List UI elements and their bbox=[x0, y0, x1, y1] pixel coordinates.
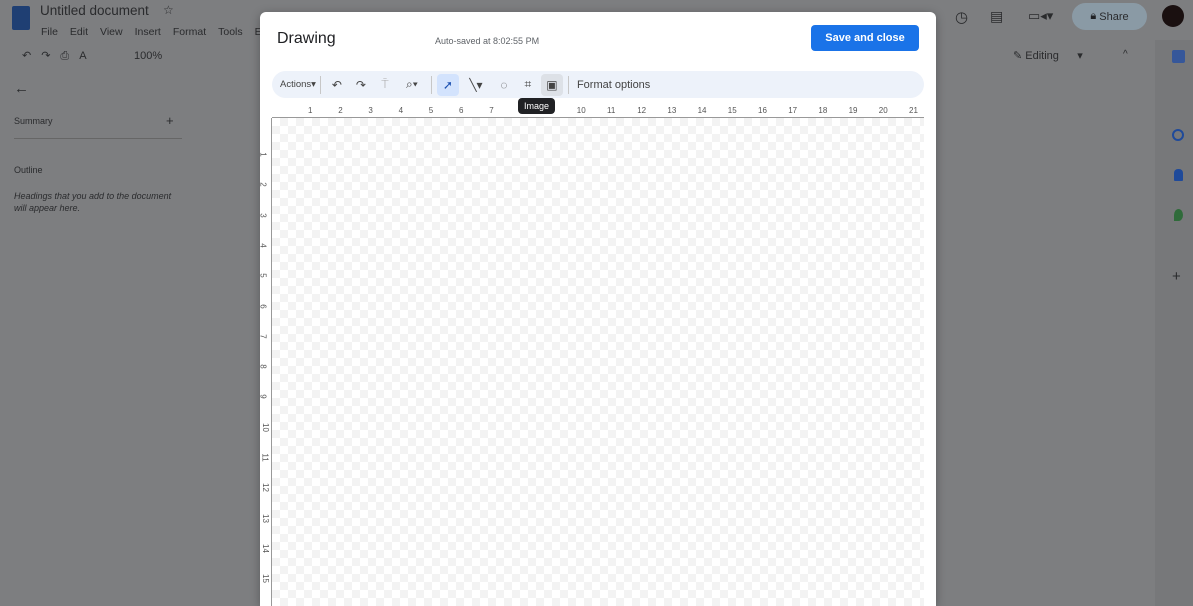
ruler-tick-label: 7 bbox=[258, 334, 268, 339]
lock-icon: 🔒︎ bbox=[1090, 10, 1100, 22]
divider bbox=[430, 75, 432, 94]
ruler-tick-label: 3 bbox=[258, 212, 268, 218]
text-box-icon[interactable]: ⌗ bbox=[517, 74, 539, 96]
back-arrow-icon[interactable]: ← bbox=[14, 80, 29, 97]
horizontal-ruler[interactable]: 123456789101112131415161718192021 bbox=[272, 106, 924, 118]
ruler-tick-label: 18 bbox=[818, 106, 828, 115]
format-options-button[interactable]: Format options bbox=[577, 79, 650, 91]
undo-icon[interactable]: ↶ bbox=[326, 74, 348, 96]
actions-menu[interactable]: Actions▾ bbox=[280, 79, 316, 90]
ruler-tick-label: 14 bbox=[260, 543, 270, 553]
ruler-tick-label: 19 bbox=[848, 106, 858, 115]
divider bbox=[14, 138, 182, 139]
select-icon[interactable]: ➚ bbox=[436, 73, 459, 96]
docs-logo-icon[interactable] bbox=[12, 6, 30, 30]
ruler-tick-label: 13 bbox=[667, 106, 677, 115]
save-and-close-button[interactable]: Save and close bbox=[811, 25, 919, 51]
calendar-icon[interactable] bbox=[1172, 50, 1185, 63]
side-panel bbox=[1155, 40, 1193, 606]
ruler-tick-label: 5 bbox=[428, 106, 434, 115]
drawing-dialog: Drawing Auto-saved at 8:02:55 PM Save an… bbox=[258, 12, 936, 606]
image-tooltip: Image bbox=[518, 98, 556, 114]
ruler-tick-label: 11 bbox=[260, 453, 270, 462]
ruler-tick-label: 8 bbox=[258, 364, 268, 369]
history-icon[interactable]: ◷ bbox=[955, 8, 968, 26]
meet-icon[interactable]: ▭◂▾ bbox=[1028, 8, 1053, 24]
ruler-tick-label: 11 bbox=[607, 106, 616, 115]
menu-format[interactable]: Format bbox=[173, 26, 206, 38]
paint-format-icon[interactable]: ⍑ bbox=[374, 74, 396, 96]
ruler-tick-label: 4 bbox=[258, 243, 268, 248]
avatar[interactable] bbox=[1162, 5, 1184, 27]
ruler-tick-label: 10 bbox=[260, 422, 270, 432]
ruler-tick-label: 5 bbox=[258, 273, 268, 278]
autosave-status: Auto-saved at 8:02:55 PM bbox=[435, 36, 540, 46]
ruler-tick-label: 12 bbox=[260, 483, 270, 493]
contacts-icon[interactable] bbox=[1174, 169, 1183, 181]
ruler-tick-label: 15 bbox=[260, 574, 270, 584]
comment-icon[interactable]: ▤ bbox=[990, 8, 1003, 25]
maps-icon[interactable] bbox=[1174, 209, 1183, 221]
share-button[interactable]: 🔒︎ Share bbox=[1072, 3, 1147, 30]
collapse-icon[interactable]: ^ bbox=[1123, 49, 1128, 60]
ruler-tick-label: 3 bbox=[368, 106, 373, 115]
ruler-tick-label: 2 bbox=[258, 182, 268, 188]
summary-label: Summary bbox=[14, 116, 53, 126]
ruler-tick-label: 1 bbox=[258, 152, 268, 157]
zoom-icon[interactable]: ⌕▾ bbox=[398, 74, 426, 96]
ruler-tick-label: 21 bbox=[909, 106, 918, 115]
outline-label: Outline bbox=[14, 165, 43, 175]
line-icon[interactable]: ╲▾ bbox=[461, 74, 491, 96]
image-icon[interactable]: ▣ bbox=[540, 73, 563, 96]
drawing-toolbar: Actions▾ ↶ ↷ ⍑ ⌕▾ ➚ ╲▾ ◌ ⌗ ▣ Format opti… bbox=[272, 71, 924, 98]
ruler-tick-label: 10 bbox=[576, 106, 586, 115]
ruler-tick-label: 9 bbox=[258, 394, 268, 400]
star-icon[interactable]: ☆ bbox=[163, 3, 174, 17]
menu-tools[interactable]: Tools bbox=[218, 26, 243, 38]
divider bbox=[319, 75, 321, 94]
add-addon-icon[interactable]: + bbox=[1172, 268, 1181, 285]
vertical-ruler[interactable]: 1 2 3 4 5 6 7 8 9 10 11 12 13 14 15 bbox=[258, 118, 272, 606]
tasks-icon[interactable] bbox=[1172, 129, 1184, 141]
ruler-tick-label: 12 bbox=[637, 106, 647, 115]
redo-icon[interactable]: ↷ bbox=[350, 74, 372, 96]
zoom-select[interactable]: 100% bbox=[134, 50, 162, 62]
shape-icon[interactable]: ◌ bbox=[493, 74, 515, 96]
menu-insert[interactable]: Insert bbox=[135, 26, 161, 38]
divider bbox=[567, 75, 569, 94]
ruler-tick-label: 13 bbox=[260, 513, 270, 523]
menu-view[interactable]: View bbox=[100, 26, 123, 38]
ruler-tick-label: 16 bbox=[758, 106, 767, 115]
drawing-canvas[interactable] bbox=[272, 118, 924, 606]
ruler-tick-label: 15 bbox=[727, 106, 737, 115]
menu-bar: FileEditViewInsertFormatToolsExt bbox=[41, 22, 282, 40]
document-title[interactable]: Untitled document bbox=[40, 3, 149, 18]
docs-toolbar-icons[interactable]: ↶↷⎙A bbox=[22, 49, 97, 63]
outline-hint: Headings that you add to the document wi… bbox=[14, 191, 172, 213]
ruler-tick-label: 1 bbox=[308, 106, 313, 115]
ruler-tick-label: 20 bbox=[878, 106, 888, 115]
ruler-tick-label: 14 bbox=[697, 106, 707, 115]
ruler-tick-label: 6 bbox=[258, 303, 268, 309]
editing-mode-select[interactable]: ✎ Editing ▾ bbox=[1013, 49, 1083, 62]
menu-edit[interactable]: Edit bbox=[70, 26, 88, 38]
dialog-title: Drawing bbox=[277, 30, 336, 47]
ruler-tick-label: 7 bbox=[489, 106, 494, 115]
menu-file[interactable]: File bbox=[41, 26, 58, 38]
ruler-tick-label: 17 bbox=[788, 106, 798, 115]
ruler-tick-label: 6 bbox=[459, 106, 464, 115]
ruler-tick-label: 4 bbox=[398, 106, 404, 115]
ruler-tick-label: 2 bbox=[338, 106, 343, 115]
add-summary-icon[interactable]: + bbox=[166, 113, 174, 128]
